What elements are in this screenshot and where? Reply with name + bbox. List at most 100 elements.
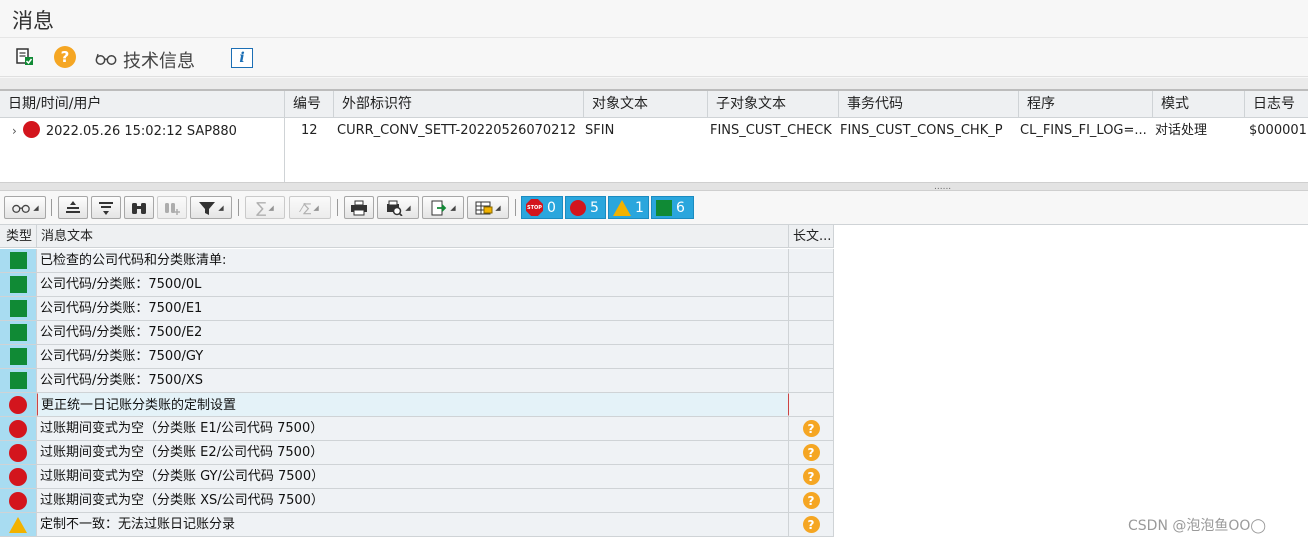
table-row[interactable]: 过账期间变式为空（分类账 GY/公司代码 7500）?	[0, 465, 834, 489]
table-row[interactable]: › 2022.05.26 15:02:12 SAP880 12 CURR_CONV…	[0, 119, 1308, 143]
long-text-cell	[789, 273, 834, 296]
sum-icon: ∑	[256, 198, 267, 217]
column-header-log-number[interactable]: 日志号	[1245, 91, 1308, 118]
message-text-cell: 定制不一致：无法过账日记账分录	[37, 513, 789, 536]
table-row[interactable]: 定制不一致：无法过账日记账分录?	[0, 513, 834, 537]
find-next-button[interactable]	[157, 196, 187, 219]
sort-descending-button[interactable]	[91, 196, 121, 219]
stop-count-filter[interactable]: STOP 0	[521, 196, 563, 219]
column-header-number[interactable]: 编号	[285, 91, 334, 118]
long-text-cell	[789, 297, 834, 320]
error-icon	[9, 395, 27, 414]
table-row[interactable]: 公司代码/分类账：7500/XS	[0, 369, 834, 393]
layout-button[interactable]: ◢	[467, 196, 509, 219]
column-header-type[interactable]: 类型	[0, 225, 37, 248]
message-table: 类型 消息文本 长文... 已检查的公司代码和分类账清单: 公司代码/分类账：75…	[0, 224, 1308, 543]
total-button[interactable]: ∑ ◢	[245, 196, 285, 219]
sort-descending-icon	[99, 201, 113, 215]
long-text-cell[interactable]: ?	[789, 513, 834, 536]
window-title: 消息	[12, 9, 54, 33]
long-text-cell	[789, 345, 834, 368]
tech-info-label: 技术信息	[123, 51, 195, 72]
help-icon[interactable]: ?	[802, 468, 820, 485]
info-button[interactable]: i	[231, 47, 253, 69]
column-header-datetime-user[interactable]: 日期/时间/用户	[0, 91, 285, 118]
print-preview-button[interactable]: ◢	[377, 196, 419, 219]
column-header-object-text[interactable]: 对象文本	[584, 91, 708, 118]
toolbar-separator	[337, 199, 338, 216]
type-cell	[0, 345, 37, 368]
export-button[interactable]: ◢	[422, 196, 464, 219]
column-header-program[interactable]: 程序	[1019, 91, 1153, 118]
type-cell	[0, 465, 37, 488]
help-icon[interactable]: ?	[802, 420, 820, 437]
export-icon	[431, 200, 447, 215]
error-icon	[9, 491, 27, 510]
stop-icon: STOP	[526, 199, 543, 216]
dropdown-arrow-icon: ◢	[450, 203, 456, 212]
alv-toolbar: ◢ ◢ ∑ ◢ ⁄∑ ◢ ◢ ◢ ◢ STOP 0 5 1 6	[0, 193, 1308, 222]
long-text-cell	[789, 369, 834, 392]
sort-ascending-button[interactable]	[58, 196, 88, 219]
success-icon	[9, 252, 27, 269]
window-title-bar: 消息	[0, 0, 1308, 36]
table-row[interactable]: 过账期间变式为空（分类账 XS/公司代码 7500）?	[0, 489, 834, 513]
table-row[interactable]: 公司代码/分类账：7500/GY	[0, 345, 834, 369]
binoculars-icon	[132, 202, 146, 214]
tech-info-button[interactable]: 技术信息	[95, 47, 195, 73]
table-row[interactable]: 过账期间变式为空（分类账 E1/公司代码 7500）?	[0, 417, 834, 441]
column-header-long-text[interactable]: 长文...	[789, 225, 834, 248]
type-cell	[0, 369, 37, 392]
help-icon[interactable]: ?	[802, 444, 820, 461]
find-button[interactable]	[124, 196, 154, 219]
success-icon	[9, 372, 27, 389]
table-row[interactable]: 公司代码/分类账：7500/E2	[0, 321, 834, 345]
column-header-tcode[interactable]: 事务代码	[839, 91, 1019, 118]
document-check-icon[interactable]	[14, 46, 36, 68]
table-row[interactable]: 已检查的公司代码和分类账清单:	[0, 249, 834, 273]
table-row[interactable]: 公司代码/分类账：7500/E1	[0, 297, 834, 321]
message-text-cell: 公司代码/分类账：7500/E2	[37, 321, 789, 344]
column-header-mode[interactable]: 模式	[1153, 91, 1245, 118]
success-icon	[9, 348, 27, 365]
chevron-right-icon[interactable]: ›	[12, 119, 17, 143]
glasses-icon	[12, 204, 31, 213]
success-count-filter[interactable]: 6	[651, 196, 694, 219]
type-cell	[0, 513, 37, 536]
column-header-external-id[interactable]: 外部标识符	[334, 91, 584, 118]
print-preview-icon	[387, 200, 403, 216]
table-row[interactable]: 公司代码/分类账：7500/0L	[0, 273, 834, 297]
message-text-cell: 已检查的公司代码和分类账清单:	[37, 249, 789, 272]
help-icon[interactable]: ?	[802, 492, 820, 509]
message-table-header: 类型 消息文本 长文...	[0, 225, 834, 248]
table-row[interactable]: 更正统一日记账分类账的定制设置	[0, 393, 834, 417]
long-text-cell[interactable]: ?	[789, 441, 834, 464]
help-button[interactable]: ?	[54, 46, 76, 68]
type-cell	[0, 321, 37, 344]
table-row[interactable]: 过账期间变式为空（分类账 E2/公司代码 7500）?	[0, 441, 834, 465]
warning-count-filter[interactable]: 1	[608, 196, 649, 219]
subtotal-button[interactable]: ⁄∑ ◢	[289, 196, 331, 219]
details-button[interactable]: ◢	[4, 196, 46, 219]
error-icon	[9, 467, 27, 486]
column-header-subobject-text[interactable]: 子对象文本	[708, 91, 839, 118]
print-icon	[351, 200, 367, 215]
column-header-message[interactable]: 消息文本	[37, 225, 789, 248]
print-button[interactable]	[344, 196, 374, 219]
dropdown-arrow-icon: ◢	[495, 203, 501, 212]
long-text-cell[interactable]: ?	[789, 417, 834, 440]
warning-icon	[9, 516, 27, 533]
long-text-cell[interactable]: ?	[789, 465, 834, 488]
error-count-filter[interactable]: 5	[565, 196, 606, 219]
type-cell	[0, 393, 37, 416]
long-text-cell[interactable]: ?	[789, 489, 834, 512]
dropdown-arrow-icon: ◢	[405, 203, 411, 212]
object-text-cell: SFIN	[585, 123, 615, 138]
help-icon[interactable]: ?	[802, 516, 820, 533]
filter-button[interactable]: ◢	[190, 196, 232, 219]
success-icon	[9, 276, 27, 293]
dropdown-arrow-icon: ◢	[268, 203, 274, 212]
splitter-grip[interactable]: ......	[934, 182, 951, 192]
pane-splitter[interactable]: ......	[0, 182, 1308, 192]
error-icon	[9, 443, 27, 462]
